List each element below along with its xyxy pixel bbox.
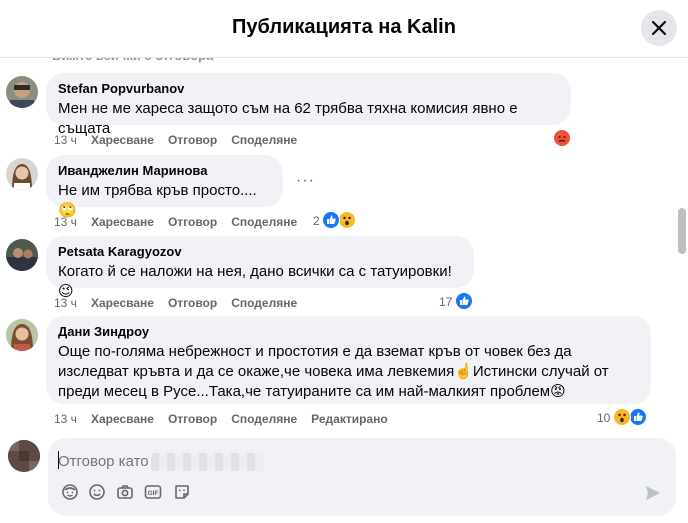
current-user-avatar[interactable] [8,440,40,472]
send-icon [646,486,660,500]
reply-button[interactable]: Отговор [168,215,217,229]
comment-author[interactable]: Иванджелин Маринова [58,163,271,179]
avatar[interactable] [6,239,38,271]
reaction-count[interactable]: 17 [439,295,452,309]
comment-author[interactable]: Stefan Popvurbanov [58,81,559,97]
share-button[interactable]: Споделяне [231,296,297,310]
like-button[interactable]: Харесване [91,215,154,229]
emoji-icon [89,484,105,500]
comment-actions: 13 ч Харесване Отговор Споделяне [54,215,311,229]
like-button[interactable]: Харесване [91,296,154,310]
avatar-sticker-button[interactable] [60,482,80,502]
dialog-header: Публикацията на Kalin [0,0,688,58]
avatar[interactable] [6,76,38,108]
dialog-title: Публикацията на Kalin [232,16,456,38]
sticker-button[interactable] [172,482,192,502]
reply-composer: GIF [0,430,688,523]
comment-bubble: Дани Зиндроу Още по-голяма небрежност и … [46,316,651,404]
reply-button[interactable]: Отговор [168,133,217,147]
comments-feed: Stefan Popvurbanov Мен не ме хареса защо… [0,58,676,430]
comment-text: Още по-голяма небрежност и простотия е д… [58,343,609,400]
like-reaction-icon[interactable] [629,408,647,426]
close-icon [652,21,666,35]
like-reaction-icon[interactable] [322,211,340,229]
text-cursor [58,451,59,469]
send-button[interactable] [642,482,664,504]
avatar-sticker-icon [62,484,78,500]
share-button[interactable]: Споделяне [231,215,297,229]
angry-reaction-icon[interactable] [553,129,571,147]
like-button[interactable]: Харесване [91,133,154,147]
sticker-icon [175,485,189,499]
share-button[interactable]: Споделяне [231,412,297,426]
composer-box: GIF [48,438,676,516]
like-reaction-icon[interactable] [455,292,473,310]
gif-button[interactable]: GIF [143,482,163,502]
comment-actions: 13 ч Харесване Отговор Споделяне [54,296,311,310]
edited-label[interactable]: Редактирано [311,412,388,426]
comment-time[interactable]: 13 ч [54,215,77,229]
avatar[interactable] [6,319,38,351]
comment-author[interactable]: Petsata Karagyozov [58,244,462,260]
comment-time[interactable]: 13 ч [54,133,77,147]
reaction-count[interactable]: 10 [597,411,610,425]
emoji-button[interactable] [87,482,107,502]
camera-button[interactable] [115,482,135,502]
wow-reaction-icon[interactable] [613,408,631,426]
comment-time[interactable]: 13 ч [54,296,77,310]
reply-button[interactable]: Отговор [168,412,217,426]
comment-time[interactable]: 13 ч [54,412,77,426]
camera-icon [117,485,133,499]
reaction-count[interactable]: 2 [313,214,320,228]
comment-actions: 13 ч Харесване Отговор Споделяне [54,133,311,147]
more-options-icon[interactable]: ··· [296,172,315,190]
share-button[interactable]: Споделяне [231,133,297,147]
avatar[interactable] [6,158,38,190]
svg-text:GIF: GIF [148,490,159,497]
gif-icon: GIF [144,485,162,499]
blurred-username [151,453,263,471]
reply-button[interactable]: Отговор [168,296,217,310]
comment-bubble: Иванджелин Маринова Не им трябва кръв пр… [46,155,283,219]
comment-author[interactable]: Дани Зиндроу [58,324,639,340]
like-button[interactable]: Харесване [91,412,154,426]
comment-bubble: Stefan Popvurbanov Мен не ме хареса защо… [46,73,571,137]
close-button[interactable] [641,10,677,46]
scrollbar-thumb[interactable] [678,208,686,254]
comment-bubble: Petsata Karagyozov Когато й се наложи на… [46,236,474,300]
wow-reaction-icon[interactable] [338,211,356,229]
comment-actions: 13 ч Харесване Отговор Споделяне Редакти… [54,412,402,426]
